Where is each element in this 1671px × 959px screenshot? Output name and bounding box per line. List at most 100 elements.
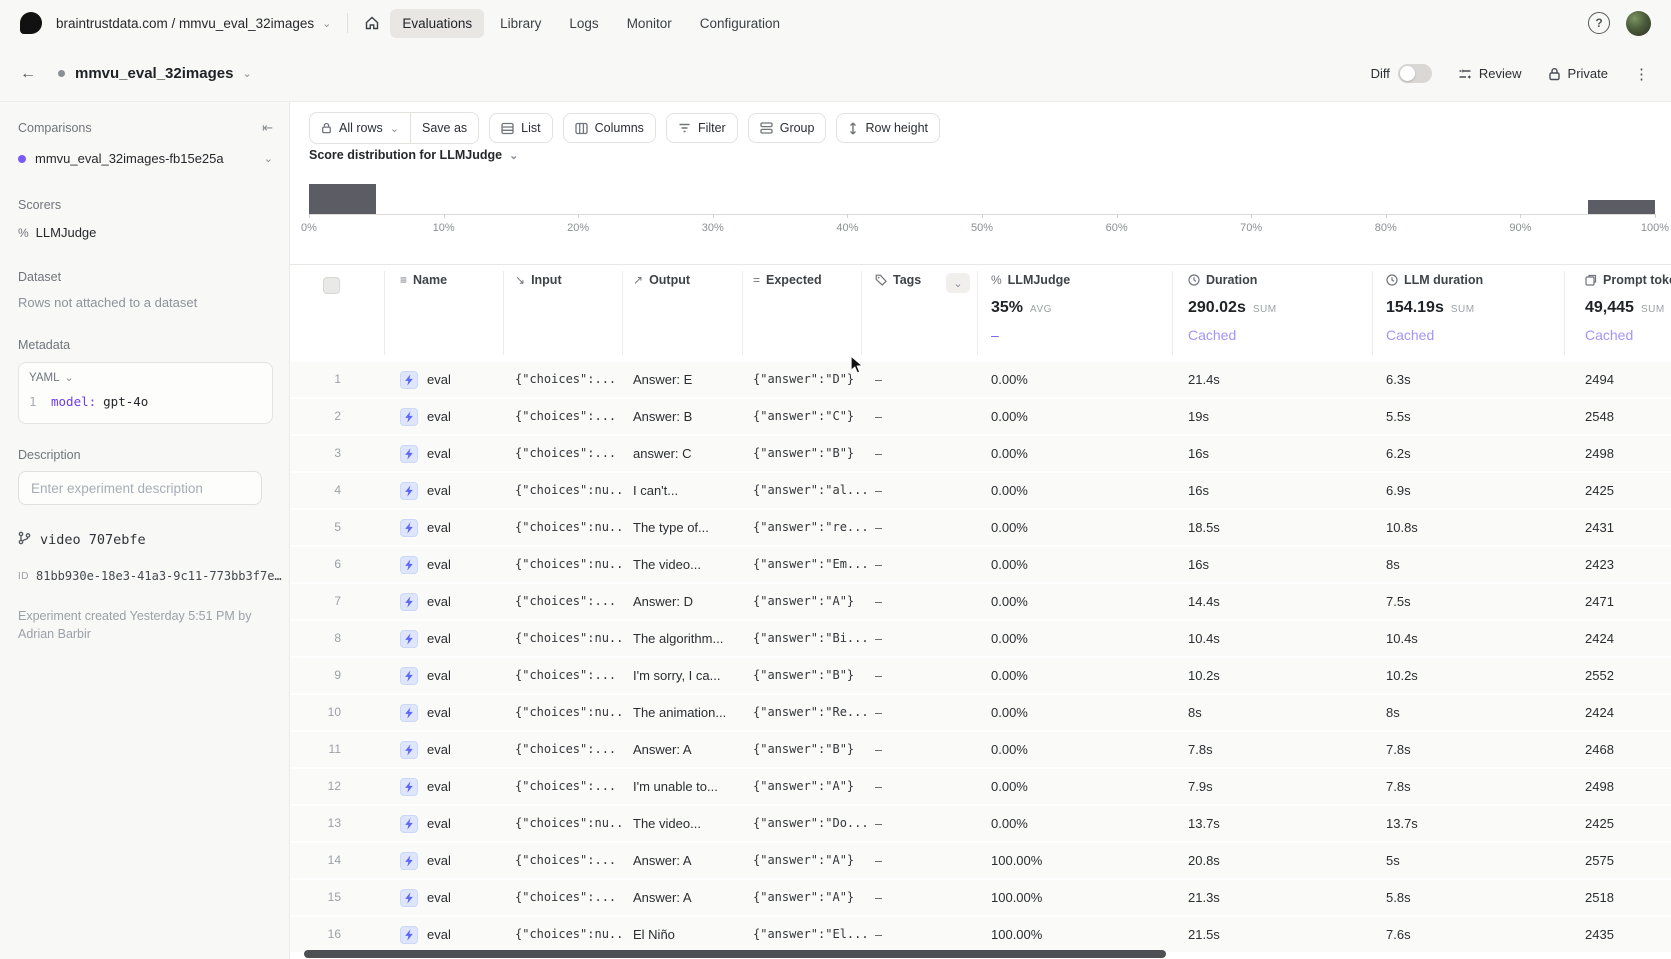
llmjudge-summary: 35% AVG <box>991 299 1052 317</box>
cell-llm_duration: 6.3s <box>1386 362 1411 397</box>
table-row[interactable]: 16eval{"choices":nu...El Niño{"answer":"… <box>290 917 1671 952</box>
column-header-prompt-tokens[interactable]: Prompt tokens <box>1585 273 1671 287</box>
table-row[interactable]: 13eval{"choices":nu...The video...{"answ… <box>290 806 1671 841</box>
cell-llm_duration: 6.2s <box>1386 436 1411 471</box>
chevron-down-icon: ⌄ <box>322 17 331 30</box>
table-row[interactable]: 5eval{"choices":nu...The type of...{"ans… <box>290 510 1671 545</box>
list-view-button[interactable]: List <box>489 113 552 143</box>
table-row[interactable]: 15eval{"choices":...Answer: A{"answer":"… <box>290 880 1671 915</box>
back-button[interactable]: ← <box>20 65 36 83</box>
table-row[interactable]: 11eval{"choices":...Answer: A{"answer":"… <box>290 732 1671 767</box>
column-header-input[interactable]: ↘ Input <box>515 273 562 287</box>
table-row[interactable]: 8eval{"choices":nu...The algorithm...{"a… <box>290 621 1671 656</box>
column-header-tags[interactable]: Tags <box>875 273 921 287</box>
dataset-heading: Dataset <box>18 270 273 284</box>
tab-configuration[interactable]: Configuration <box>688 9 792 38</box>
cell-input: {"choices":nu... <box>515 917 621 952</box>
cell-output: The algorithm... <box>633 621 747 656</box>
table-row[interactable]: 1eval{"choices":...Answer: E{"answer":"D… <box>290 362 1671 397</box>
table-row[interactable]: 6eval{"choices":nu...The video...{"answe… <box>290 547 1671 582</box>
cell-tags: – <box>875 917 882 952</box>
cell-input: {"choices":nu... <box>515 510 621 545</box>
eval-bolt-icon <box>400 889 418 907</box>
output-arrow-icon: ↗ <box>633 273 643 287</box>
home-icon[interactable] <box>364 15 380 31</box>
group-icon <box>760 122 773 134</box>
review-button[interactable]: Review <box>1458 66 1522 81</box>
cell-num: 8 <box>309 621 341 656</box>
cell-duration: 21.5s <box>1188 917 1220 952</box>
app-root: braintrustdata.com / mmvu_eval_32images … <box>0 0 1671 959</box>
table-row[interactable]: 10eval{"choices":nu...The animation...{"… <box>290 695 1671 730</box>
column-header-expected[interactable]: = Expected <box>753 273 822 287</box>
collapse-sidebar-icon[interactable]: ⇤ <box>262 120 273 136</box>
diff-label: Diff <box>1371 66 1390 81</box>
git-branch-row: video 707ebfe <box>18 531 273 549</box>
select-all-checkbox[interactable] <box>323 277 340 294</box>
main-area: All rows ⌄ Save as List C <box>290 102 1671 959</box>
comparison-item[interactable]: mmvu_eval_32images-fb15e25a ⌄ <box>18 151 273 166</box>
cell-prompt_tokens: 2423 <box>1585 547 1614 582</box>
percent-icon: % <box>991 273 1002 287</box>
cell-input: {"choices":... <box>515 880 621 915</box>
histogram-bar-100pct[interactable] <box>1588 200 1655 214</box>
histogram-bar-0pct[interactable] <box>309 184 376 214</box>
score-distribution-title[interactable]: Score distribution for LLMJudge ⌄ <box>309 148 518 162</box>
experiment-header: ← mmvu_eval_32images ⌄ Diff Review Priva… <box>0 46 1671 102</box>
column-header-llm-duration[interactable]: LLM duration <box>1386 273 1483 287</box>
table-row[interactable]: 14eval{"choices":...Answer: A{"answer":"… <box>290 843 1671 878</box>
title-chevron-down-icon[interactable]: ⌄ <box>242 67 251 80</box>
column-header-output[interactable]: ↗ Output <box>633 273 690 287</box>
column-header-duration[interactable]: Duration <box>1188 273 1257 287</box>
cell-expected: {"answer":"al... <box>753 473 869 508</box>
all-rows-chevron-icon: ⌄ <box>390 122 399 135</box>
cell-tags: – <box>875 362 882 397</box>
column-header-llmjudge[interactable]: % LLMJudge <box>991 273 1070 287</box>
yaml-format-dropdown[interactable]: YAML ⌄ <box>29 371 262 384</box>
table-row[interactable]: 7eval{"choices":...Answer: D{"answer":"A… <box>290 584 1671 619</box>
cell-expected: {"answer":"B"} <box>753 732 869 767</box>
overflow-menu-icon[interactable]: ⋮ <box>1634 65 1649 83</box>
cell-name: eval <box>400 362 451 397</box>
cell-tags: – <box>875 658 882 693</box>
tab-logs[interactable]: Logs <box>557 9 610 38</box>
row-height-button[interactable]: Row height <box>836 113 940 143</box>
hidden-columns-expander[interactable]: ⌄ <box>946 273 970 293</box>
metadata-heading: Metadata <box>18 338 273 352</box>
tab-evaluations[interactable]: Evaluations <box>390 9 484 38</box>
group-button[interactable]: Group <box>748 113 827 143</box>
filter-button[interactable]: Filter <box>666 113 738 143</box>
table-row[interactable]: 4eval{"choices":nu...I can't...{"answer"… <box>290 473 1671 508</box>
cell-llm_duration: 10.4s <box>1386 621 1418 656</box>
eval-bolt-icon <box>400 926 418 944</box>
scorer-item-llmjudge[interactable]: % LLMJudge <box>18 225 273 240</box>
description-heading: Description <box>18 448 273 462</box>
diff-toggle[interactable] <box>1398 64 1432 83</box>
eval-bolt-icon <box>400 704 418 722</box>
experiment-id-row[interactable]: ID 81bb930e-18e3-41a3-9c11-773bb3f7e… <box>18 569 273 583</box>
table-row[interactable]: 2eval{"choices":...Answer: B{"answer":"C… <box>290 399 1671 434</box>
eval-bolt-icon <box>400 556 418 574</box>
braintrust-logo[interactable] <box>20 12 42 34</box>
all-rows-button[interactable]: All rows ⌄ <box>310 113 410 143</box>
tab-monitor[interactable]: Monitor <box>615 9 684 38</box>
cell-num: 12 <box>309 769 341 804</box>
column-header-name[interactable]: ≡ Name <box>400 273 447 287</box>
cell-expected: {"answer":"Em... <box>753 547 869 582</box>
horizontal-scrollbar-thumb[interactable] <box>304 950 1166 958</box>
private-button[interactable]: Private <box>1548 66 1608 81</box>
description-input[interactable] <box>18 471 262 505</box>
avatar[interactable] <box>1626 11 1651 36</box>
table-row[interactable]: 3eval{"choices":...answer: C{"answer":"B… <box>290 436 1671 471</box>
cell-llm_duration: 5s <box>1386 843 1400 878</box>
table-header: ≡ Name ↘ Input ↗ Output = Expected Tag <box>290 264 1671 363</box>
help-icon[interactable]: ? <box>1588 12 1610 34</box>
breadcrumb[interactable]: braintrustdata.com / mmvu_eval_32images … <box>56 16 331 31</box>
axis-tick-label: 60% <box>1106 222 1128 234</box>
cell-llm_duration: 7.5s <box>1386 584 1411 619</box>
table-row[interactable]: 9eval{"choices":...I'm sorry, I ca...{"a… <box>290 658 1671 693</box>
save-as-button[interactable]: Save as <box>410 113 478 143</box>
table-row[interactable]: 12eval{"choices":...I'm unable to...{"an… <box>290 769 1671 804</box>
tab-library[interactable]: Library <box>488 9 553 38</box>
columns-button[interactable]: Columns <box>563 113 656 143</box>
